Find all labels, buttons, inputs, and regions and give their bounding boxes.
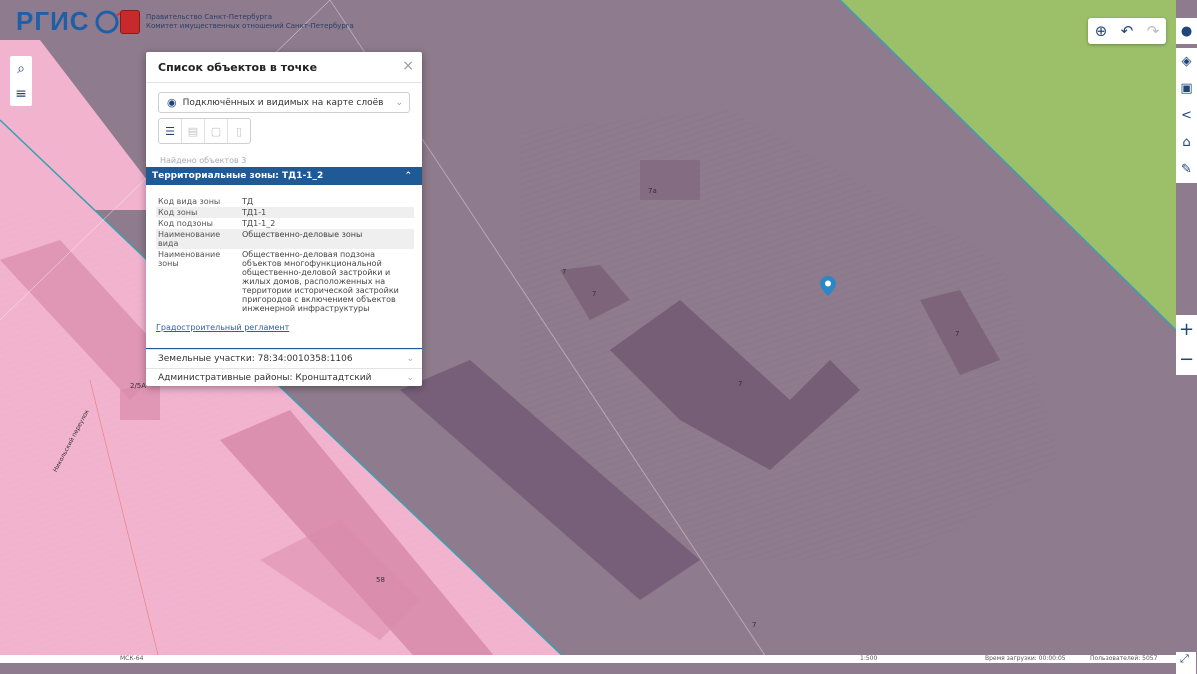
map-label: 2/5А: [130, 382, 147, 390]
map-label: 7а: [648, 187, 657, 195]
user-button[interactable]: ●: [1176, 18, 1197, 44]
map-label: 58: [376, 576, 385, 584]
location-pin-icon[interactable]: [820, 276, 836, 296]
attr-key: Наименование вида: [158, 230, 221, 248]
attr-value: ТД1-1_2: [242, 219, 276, 228]
chevron-down-icon: ⌄: [395, 97, 403, 108]
users-count: Пользователей: 5057: [1090, 655, 1158, 662]
right-toolbar: ◈ ▣ < ⌂ ✎: [1176, 48, 1197, 183]
attr-value: ТД: [242, 197, 254, 206]
found-count: Найдено объектов 3: [160, 156, 247, 165]
doc-export-icon[interactable]: ▢: [205, 119, 228, 143]
top-toolbar: ⊕ ↶ ↷: [1088, 18, 1166, 44]
attr-value: ТД1-1: [242, 208, 267, 217]
share-icon[interactable]: <: [1181, 108, 1192, 123]
table-export-icon[interactable]: ▤: [182, 119, 205, 143]
list-export-icon[interactable]: ☰: [159, 119, 182, 143]
zoom-in-button[interactable]: +: [1179, 321, 1194, 339]
undo-icon[interactable]: ↶: [1121, 22, 1134, 40]
coordinate-system[interactable]: МСК-64: [120, 655, 143, 662]
pencil-icon[interactable]: ✎: [1181, 162, 1192, 177]
gov-line-1: Правительство Санкт-Петербурга: [146, 13, 273, 21]
section-title: Территориальные зоны: ТД1-1_2: [152, 171, 324, 181]
search-icon[interactable]: ⌕: [17, 61, 25, 77]
fullscreen-button[interactable]: ⤢: [1176, 652, 1196, 674]
attr-key: Код подзоны: [158, 219, 213, 228]
map-label: 7: [955, 330, 960, 338]
attr-key: Код вида зоны: [158, 197, 221, 206]
section-territorial-zones[interactable]: Территориальные зоны: ТД1-1_2 ⌃: [146, 167, 422, 185]
fullscreen-icon: ⤢: [1180, 652, 1189, 665]
menu-icon[interactable]: ≡: [15, 86, 27, 102]
layer-filter-select[interactable]: ◉ Подключённых и видимых на карте слоёв …: [158, 92, 410, 113]
attr-value: Общественно-деловая подзона объектов мно…: [242, 250, 399, 313]
redo-icon[interactable]: ↷: [1147, 22, 1160, 40]
table-row: Наименование зоны Общественно-деловая по…: [156, 249, 414, 314]
layer-filter-value: Подключённых и видимых на карте слоёв: [182, 97, 384, 108]
logo-text: РГИС: [16, 5, 90, 36]
attr-value: Общественно-деловые зоны: [242, 230, 363, 239]
divider: [146, 82, 422, 83]
attr-key: Наименование зоны: [158, 250, 221, 268]
zoom-out-button[interactable]: −: [1179, 351, 1194, 369]
file-export-icon[interactable]: ▯: [228, 119, 250, 143]
coat-of-arms-icon: [120, 10, 140, 34]
section-title: Земельные участки: 78:34:0010358:1106: [158, 354, 353, 364]
section-admin-districts[interactable]: Административные районы: Кронштадтский ⌄: [146, 368, 422, 387]
attributes-table: Код вида зоны ТД Код зоны ТД1-1 Код подз…: [156, 196, 414, 314]
objects-at-point-popup: Список объектов в точке × ◉ Подключённых…: [146, 52, 422, 386]
layers-icon[interactable]: ◈: [1182, 54, 1192, 69]
close-icon[interactable]: ×: [402, 58, 414, 74]
home-icon[interactable]: ⌂: [1182, 135, 1190, 150]
load-time: Время загрузки: 00:00:05: [985, 655, 1066, 662]
gov-line-2: Комитет имущественных отношений Санкт-Пе…: [146, 22, 354, 30]
chevron-down-icon: ⌄: [406, 373, 414, 383]
government-label: Правительство Санкт-Петербурга Комитет и…: [120, 10, 354, 34]
table-row: Код зоны ТД1-1: [156, 207, 414, 218]
map-label: 7: [592, 290, 597, 298]
print-icon[interactable]: ▣: [1180, 81, 1192, 96]
table-row: Наименование вида Общественно-деловые зо…: [156, 229, 414, 249]
table-row: Код подзоны ТД1-1_2: [156, 218, 414, 229]
table-row: Код вида зоны ТД: [156, 196, 414, 207]
left-toolbar: ⌕ ≡: [10, 56, 32, 106]
section-title: Административные районы: Кронштадтский: [158, 373, 372, 383]
section-land-plots[interactable]: Земельные участки: 78:34:0010358:1106 ⌄: [146, 349, 422, 368]
status-bar: МСК-64 1:500 Время загрузки: 00:00:05 По…: [0, 655, 1176, 663]
regulation-link[interactable]: Градостроительный регламент: [156, 323, 289, 332]
chevron-down-icon: ⌄: [406, 354, 414, 364]
user-icon: ●: [1180, 23, 1193, 39]
app-logo[interactable]: РГИС: [16, 6, 124, 36]
export-buttons: ☰ ▤ ▢ ▯: [158, 118, 251, 144]
map-label: 7: [562, 268, 567, 276]
popup-title: Список объектов в точке: [158, 61, 318, 74]
chevron-up-icon: ⌃: [404, 171, 412, 181]
map-label: 7: [738, 380, 743, 388]
attr-key: Код зоны: [158, 208, 198, 217]
globe-icon[interactable]: ⊕: [1095, 22, 1108, 40]
map-label: 7: [752, 621, 757, 629]
map-scale[interactable]: 1:500: [860, 655, 877, 662]
zoom-controls: + −: [1176, 315, 1197, 375]
eye-icon: ◉: [167, 96, 177, 109]
